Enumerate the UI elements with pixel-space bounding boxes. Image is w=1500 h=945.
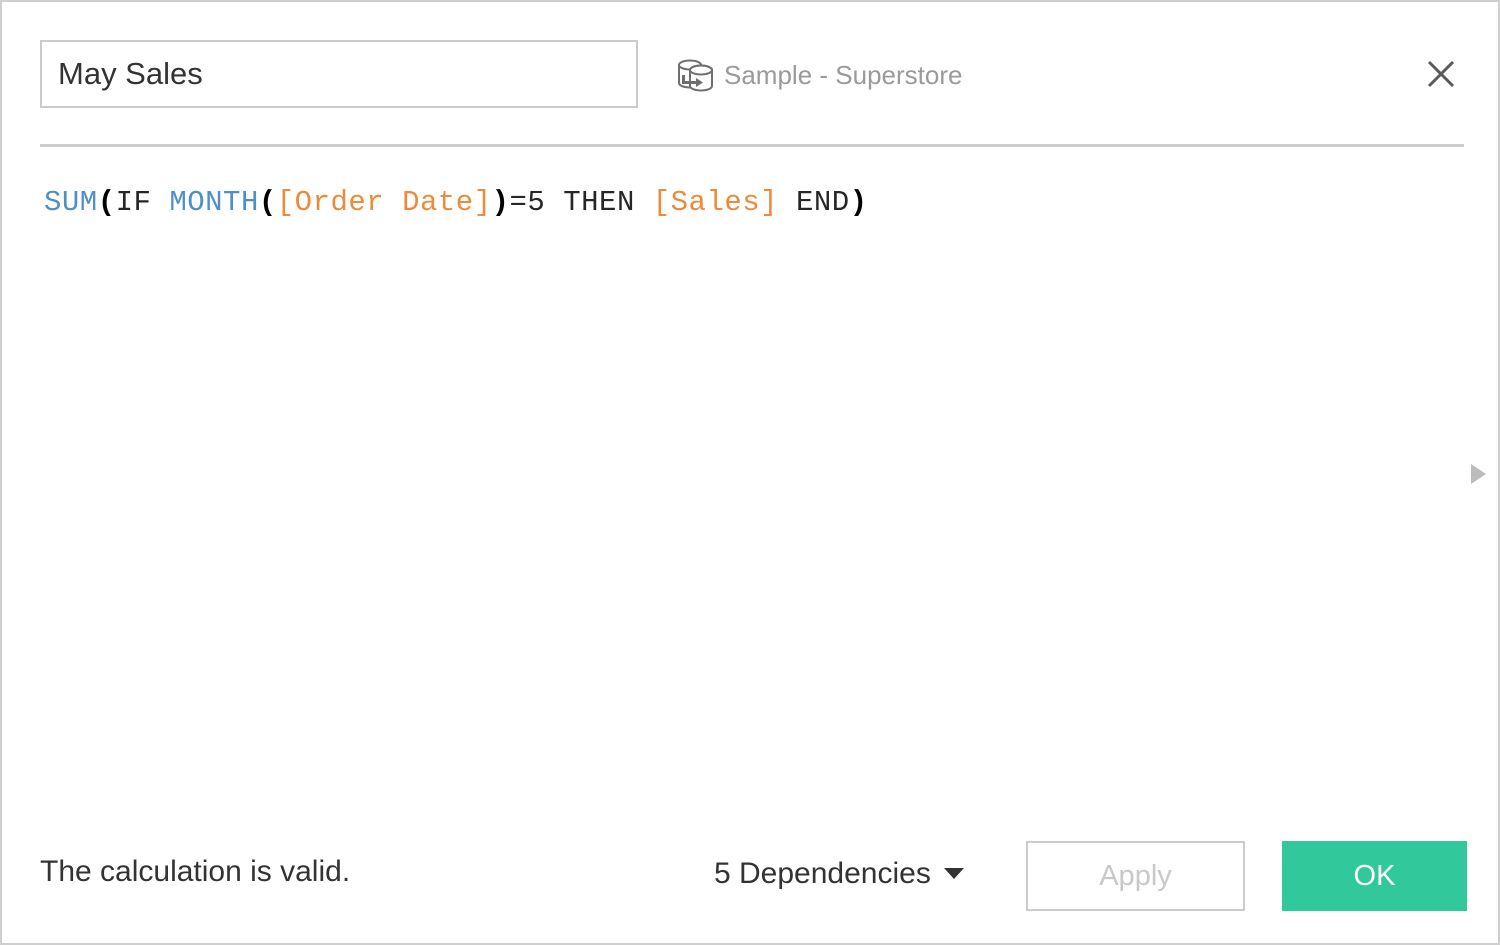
dependencies-dropdown[interactable]: 5 Dependencies	[712, 855, 967, 893]
formula-editor[interactable]: SUM(IF MONTH([Order Date])=5 THEN [Sales…	[4, 149, 1496, 821]
formula-token-paren: (	[97, 186, 116, 219]
formula-token-paren: )	[849, 186, 868, 219]
dialog-header: Sample - Superstore	[2, 2, 1498, 147]
formula-text[interactable]: SUM(IF MONTH([Order Date])=5 THEN [Sales…	[4, 149, 1496, 220]
formula-token-field: [Sales]	[652, 186, 779, 219]
formula-token-paren: (	[258, 186, 277, 219]
calculated-field-dialog: Sample - Superstore SUM(IF MONTH([Order …	[0, 0, 1500, 945]
triangle-right-icon	[1468, 462, 1488, 486]
formula-token-paren: )	[491, 186, 510, 219]
formula-token-kw: END	[778, 186, 850, 219]
header-divider	[40, 144, 1464, 147]
apply-button[interactable]: Apply	[1026, 841, 1245, 911]
formula-token-kw: IF	[115, 186, 170, 219]
database-datasource-icon	[674, 55, 716, 95]
validation-status: The calculation is valid.	[40, 855, 351, 888]
formula-token-fn: SUM	[44, 186, 98, 219]
dialog-footer: The calculation is valid. 5 Dependencies…	[2, 823, 1498, 943]
expand-panel-button[interactable]	[1464, 457, 1492, 491]
close-button[interactable]	[1417, 50, 1465, 98]
formula-token-kw: THEN	[545, 186, 653, 219]
datasource-indicator: Sample - Superstore	[674, 52, 962, 98]
ok-button[interactable]: OK	[1282, 841, 1467, 911]
formula-token-field: [Order Date]	[276, 186, 492, 219]
calculation-name-input[interactable]	[40, 40, 638, 108]
chevron-down-icon	[943, 866, 965, 883]
close-icon	[1425, 58, 1457, 90]
dependencies-label: 5 Dependencies	[714, 857, 931, 890]
formula-token-num: 5	[527, 186, 546, 219]
datasource-label: Sample - Superstore	[724, 60, 963, 90]
formula-token-fn: MONTH	[169, 186, 259, 219]
formula-token-op: =	[509, 186, 528, 219]
